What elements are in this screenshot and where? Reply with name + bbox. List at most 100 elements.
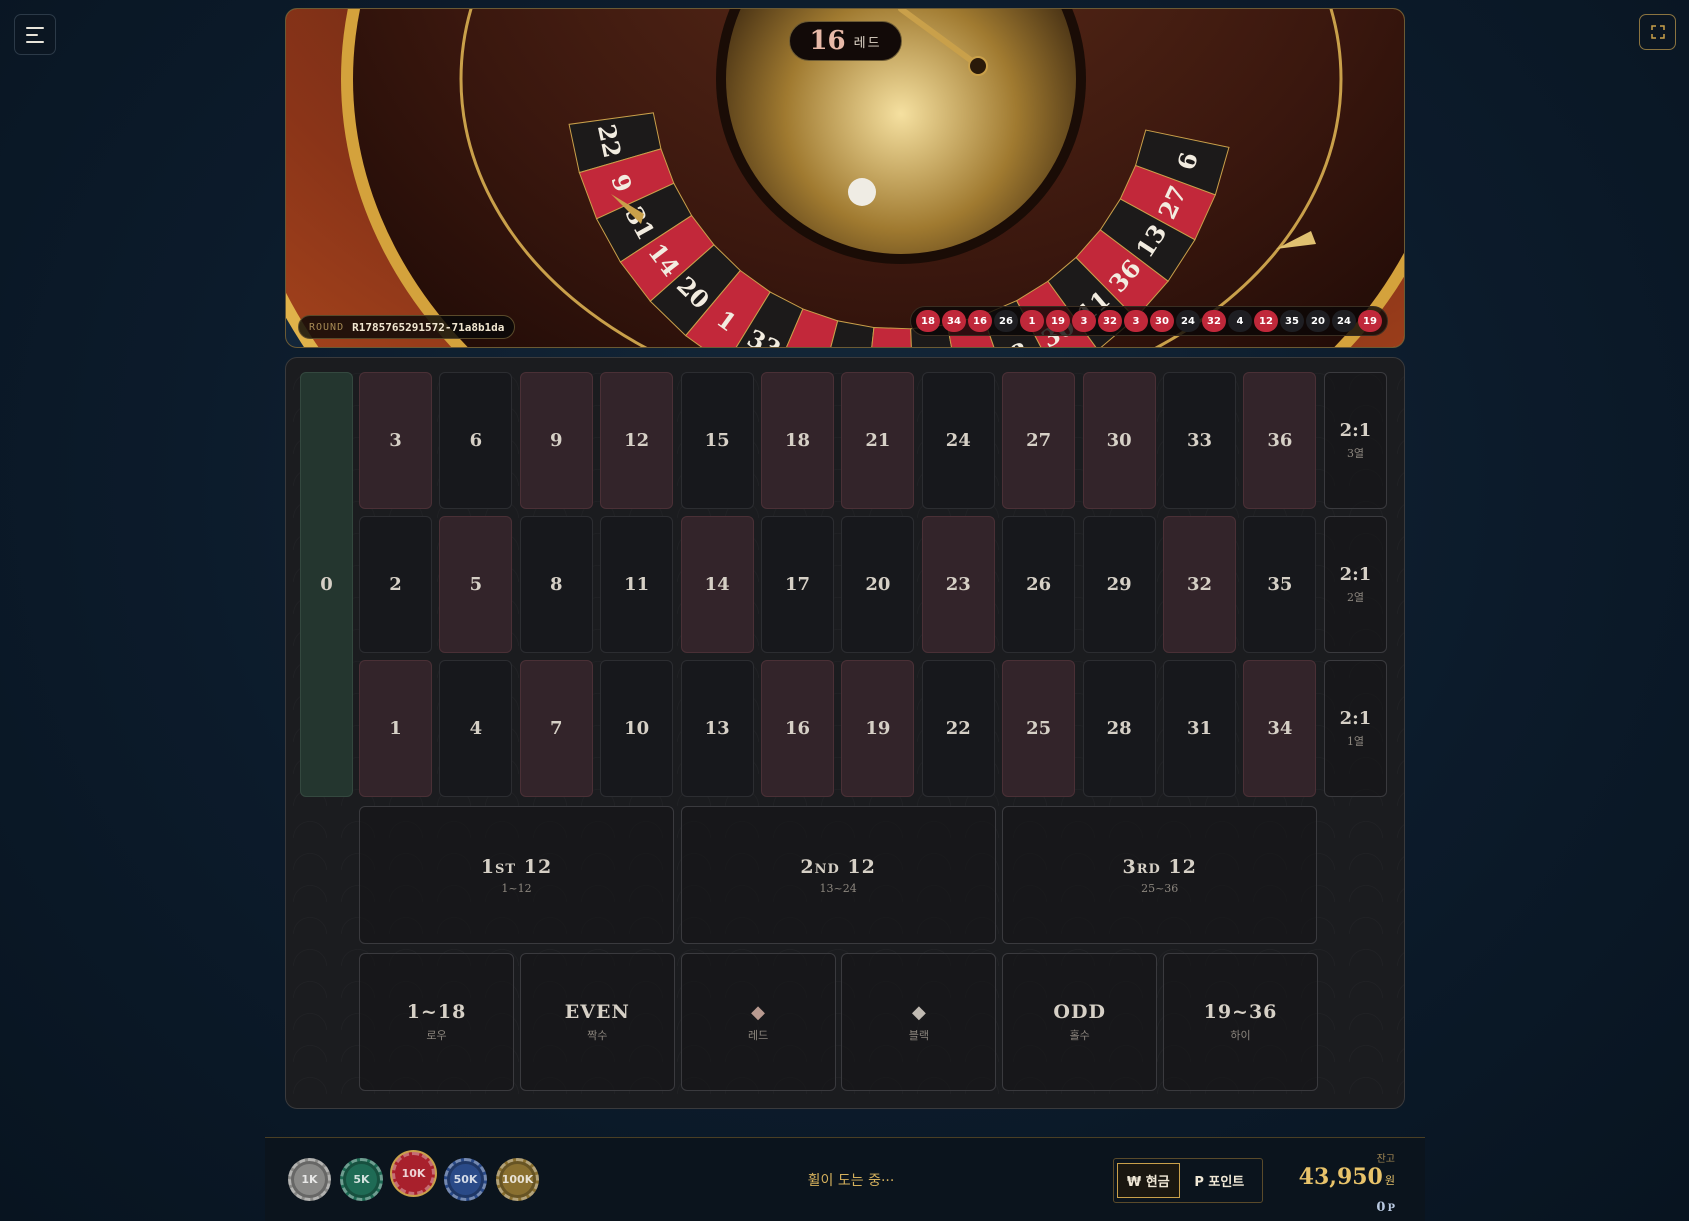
bet-number-16[interactable]: 16 — [761, 660, 834, 797]
points-mode-button[interactable]: P 포인트 — [1180, 1163, 1259, 1198]
bet-number-6[interactable]: 6 — [439, 372, 513, 509]
menu-button[interactable] — [14, 14, 56, 55]
roulette-ball — [848, 178, 876, 206]
bet-number: 12 — [624, 430, 650, 451]
diamond-icon: ◆ — [911, 1001, 926, 1023]
column-label: 3열 — [1346, 447, 1365, 460]
bet-zero[interactable]: 0 — [300, 372, 353, 797]
outside-label: 19~36 — [1203, 1001, 1278, 1023]
bet-number-1[interactable]: 1 — [359, 660, 432, 797]
bet-number-33[interactable]: 33 — [1163, 372, 1236, 509]
balance-value: 43,950 — [1298, 1164, 1383, 1190]
bet-number: 9 — [550, 430, 563, 451]
bet-number-20[interactable]: 20 — [841, 516, 915, 653]
bet-number-24[interactable]: 24 — [921, 372, 995, 509]
history-chip: 32 — [1098, 310, 1122, 332]
bet-number-7[interactable]: 7 — [519, 660, 593, 797]
chip-100k[interactable]: 100K — [496, 1158, 539, 1201]
outside-sub: 레드 — [747, 1028, 769, 1042]
bet-column-1[interactable]: 2:1 3열 — [1324, 372, 1387, 509]
bet-number-31[interactable]: 31 — [1163, 660, 1236, 797]
bet-number-4[interactable]: 4 — [439, 660, 513, 797]
points-balance: 0P — [1315, 1200, 1395, 1215]
outside-sub: 하이 — [1230, 1029, 1251, 1042]
result-color: 레드 — [853, 35, 882, 51]
cash-mode-button[interactable]: ₩ 현금 — [1117, 1163, 1180, 1198]
history-chip: 3 — [1124, 310, 1148, 332]
bet-number: 19 — [865, 718, 891, 739]
bet-number: 1 — [389, 718, 402, 739]
bet-number-14[interactable]: 14 — [680, 516, 754, 653]
bet-number-23[interactable]: 23 — [921, 516, 995, 653]
bet-number-21[interactable]: 21 — [841, 372, 915, 509]
dozen-label: 2nd 12 — [800, 855, 876, 878]
bet-number-26[interactable]: 26 — [1002, 516, 1076, 653]
bet-outside-1936[interactable]: 19~36 하이 — [1163, 953, 1318, 1091]
bet-number-5[interactable]: 5 — [439, 516, 513, 653]
bet-number-18[interactable]: 18 — [761, 372, 834, 509]
fullscreen-button[interactable] — [1639, 14, 1676, 50]
bet-number-32[interactable]: 32 — [1163, 516, 1236, 653]
dozen-range: 25~36 — [1141, 881, 1179, 895]
bet-number-27[interactable]: 27 — [1002, 372, 1076, 509]
bet-number-12[interactable]: 12 — [600, 372, 674, 509]
column-payout: 2:1 — [1339, 708, 1372, 729]
bet-column-2[interactable]: 2:1 2열 — [1324, 516, 1387, 653]
betting-table: 0 3 6 9 12 15 18 21 24 27 30 33 36 2:1 3열 2 5 8 11 14 17 20 23… — [285, 357, 1405, 1109]
bet-number-28[interactable]: 28 — [1082, 660, 1156, 797]
history-chip: 24 — [1332, 310, 1356, 332]
dozen-range: 1~12 — [501, 881, 532, 895]
round-id-tag: ROUND R1785765291572-71a8b1da — [298, 315, 516, 339]
bet-number-25[interactable]: 25 — [1002, 660, 1076, 797]
bet-number-34[interactable]: 34 — [1243, 660, 1317, 797]
bet-dozen-1[interactable]: 1st 12 1~12 — [359, 806, 674, 944]
balance-amount: 43,950 원 — [1275, 1164, 1395, 1190]
bet-number-29[interactable]: 29 — [1082, 516, 1156, 653]
dozen-label: 3rd 12 — [1122, 855, 1197, 878]
bet-number: 29 — [1106, 574, 1132, 595]
bet-number-30[interactable]: 30 — [1082, 372, 1156, 509]
bet-number: 18 — [784, 430, 811, 451]
bet-number-19[interactable]: 19 — [841, 660, 915, 797]
bet-number-22[interactable]: 22 — [921, 660, 995, 797]
diamond-icon: ◆ — [751, 1001, 766, 1023]
bet-number: 33 — [1186, 430, 1213, 451]
column-label: 2열 — [1346, 591, 1365, 604]
column-payout: 2:1 — [1339, 564, 1372, 585]
bet-number: 24 — [945, 430, 971, 451]
bet-number-10[interactable]: 10 — [600, 660, 674, 797]
bet-number-17[interactable]: 17 — [761, 516, 834, 653]
bet-number-9[interactable]: 9 — [519, 372, 593, 509]
bet-number-35[interactable]: 35 — [1243, 516, 1317, 653]
dozen-label: 1st 12 — [480, 855, 553, 878]
bet-number-11[interactable]: 11 — [600, 516, 674, 653]
history-chip: 20 — [1306, 310, 1330, 332]
bet-outside-black[interactable]: ◆ 블랙 — [841, 953, 997, 1091]
bet-number: 25 — [1026, 718, 1052, 739]
bet-number: 4 — [469, 718, 483, 739]
bet-outside-118[interactable]: 1~18 로우 — [359, 953, 514, 1091]
bet-number-36[interactable]: 36 — [1243, 372, 1317, 509]
chip-5k[interactable]: 5K — [340, 1158, 383, 1201]
bet-outside-odd[interactable]: ODD 홀수 — [1002, 953, 1158, 1091]
bet-number-13[interactable]: 13 — [680, 660, 754, 797]
balance-label: 잔고 — [1376, 1154, 1395, 1165]
points-unit: P — [1387, 1203, 1395, 1214]
currency-toggle: ₩ 현금 P 포인트 — [1113, 1158, 1263, 1203]
chip-10k[interactable]: 10K — [392, 1152, 435, 1195]
bet-number-8[interactable]: 8 — [519, 516, 593, 653]
column-label: 1열 — [1346, 735, 1365, 748]
history-chip: 18 — [916, 310, 940, 332]
chip-1k[interactable]: 1K — [288, 1158, 331, 1201]
bet-dozen-3[interactable]: 3rd 12 25~36 — [1002, 806, 1318, 944]
points-value: 0 — [1376, 1200, 1386, 1215]
bet-number-3[interactable]: 3 — [359, 372, 432, 509]
round-id: R1785765291572-71a8b1da — [352, 320, 505, 334]
bet-column-3[interactable]: 2:1 1열 — [1324, 660, 1387, 797]
bet-outside-red[interactable]: ◆ 레드 — [680, 953, 836, 1091]
bet-outside-even[interactable]: EVEN 짝수 — [519, 953, 675, 1091]
bet-number-2[interactable]: 2 — [359, 516, 432, 653]
bet-dozen-2[interactable]: 2nd 12 13~24 — [680, 806, 996, 944]
chip-50k[interactable]: 50K — [444, 1158, 487, 1201]
bet-number-15[interactable]: 15 — [680, 372, 754, 509]
